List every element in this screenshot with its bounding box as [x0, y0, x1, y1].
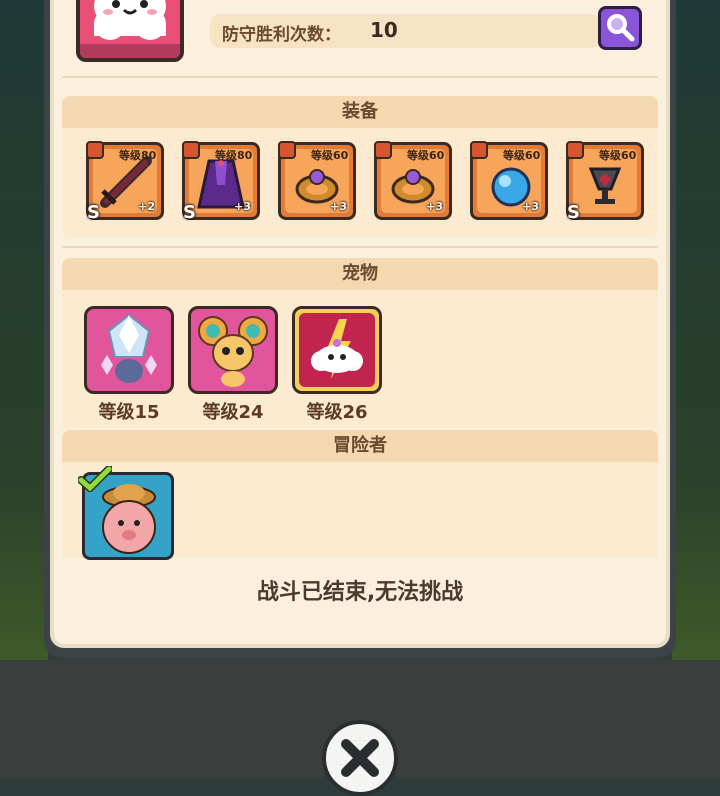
equipment-level: 等级60	[503, 149, 541, 162]
close-button[interactable]	[322, 720, 398, 796]
pets-header: 宠物	[62, 258, 658, 290]
equipment-plus: +2	[138, 200, 155, 213]
equipment-slot-1[interactable]: 等级80 +2 S	[86, 141, 164, 223]
equipment-slot-5[interactable]: 等级60 +3	[470, 141, 548, 220]
equipment-level: 等级60	[311, 149, 349, 162]
defense-wins-label: 防守胜利次数：	[222, 25, 341, 45]
battle-ended-message: 战斗已结束,无法挑战	[256, 580, 464, 605]
equipment-plus: +3	[522, 200, 539, 213]
divider	[62, 76, 658, 78]
equipment-plus: +3	[426, 200, 443, 213]
pet-level: 等级15	[98, 402, 160, 423]
player-avatar	[76, 0, 184, 62]
ice-crystal-pet-icon	[101, 313, 157, 383]
ring-slot-icon	[278, 141, 296, 159]
pet-card-1[interactable]	[84, 306, 174, 394]
pet-card-3[interactable]	[292, 306, 382, 394]
magnifier-icon	[607, 14, 635, 42]
equipment-grade: S	[567, 202, 580, 223]
weapon-slot-icon	[86, 141, 104, 159]
ring-slot-icon	[374, 141, 392, 159]
equipment-plus: +3	[330, 200, 347, 213]
necklace-slot-icon	[470, 141, 488, 159]
equipment-level: 等级80	[215, 149, 253, 162]
equipment-plus: +3	[234, 200, 251, 213]
close-icon	[341, 739, 379, 777]
search-button[interactable]	[598, 6, 642, 50]
necklace-slot-icon	[566, 141, 584, 159]
adventurers-header: 冒险者	[62, 430, 658, 462]
cloud-pet-icon	[299, 313, 375, 387]
equipment-slot-2[interactable]: 等级80 +3 S	[182, 141, 260, 223]
armor-slot-icon	[182, 141, 200, 159]
pet-level: 等级26	[306, 402, 368, 423]
mouse-pet-icon	[198, 316, 268, 387]
equipment-header: 装备	[62, 96, 658, 128]
selected-check-icon	[78, 466, 112, 492]
equipment-slot-6[interactable]: 等级60 S	[566, 141, 644, 223]
defense-wins-value: 10	[370, 18, 398, 42]
pet-level: 等级24	[202, 402, 264, 423]
equipment-level: 等级80	[119, 149, 157, 162]
equipment-grade: S	[183, 202, 196, 223]
equipment-grade: S	[87, 202, 100, 223]
divider	[62, 246, 658, 248]
equipment-slot-4[interactable]: 等级60 +3	[374, 141, 452, 220]
equipment-level: 等级60	[407, 149, 445, 162]
equipment-slot-3[interactable]: 等级60 +3	[278, 141, 356, 220]
equipment-level: 等级60	[599, 149, 637, 162]
pet-card-2[interactable]	[188, 306, 278, 394]
cloud-avatar-icon	[80, 0, 180, 58]
